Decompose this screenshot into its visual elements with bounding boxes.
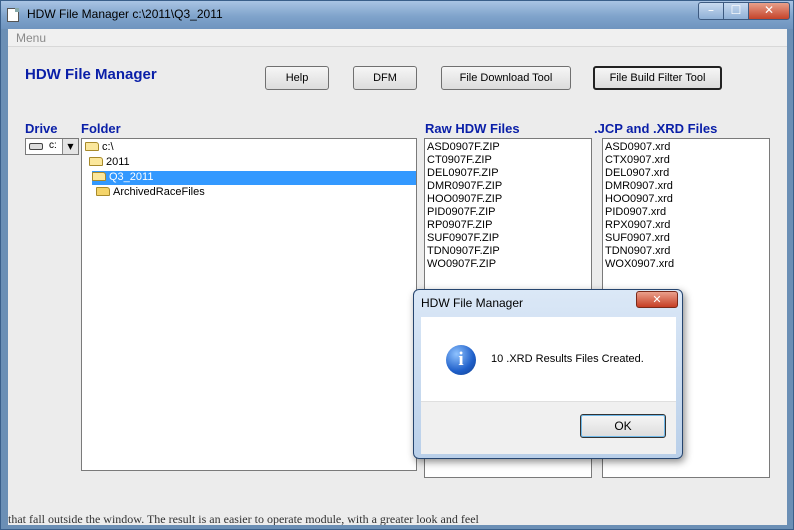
dfm-button[interactable]: DFM [353, 66, 417, 90]
ok-button[interactable]: OK [580, 414, 666, 438]
folder-tree[interactable]: c:\ 2011 Q3_2011 ArchivedRaceFiles [81, 138, 417, 471]
list-item[interactable]: RP0907F.ZIP [425, 219, 591, 232]
folder-icon [96, 187, 110, 196]
background-document-text: that fall outside the window. The result… [8, 515, 479, 525]
raw-files-label: Raw HDW Files [425, 121, 520, 136]
open-folder-icon [89, 157, 103, 166]
dialog-title: HDW File Manager [421, 296, 524, 310]
close-button[interactable]: ✕ [748, 2, 790, 20]
list-item[interactable]: TDN0907F.ZIP [425, 245, 591, 258]
drive-label: Drive [25, 121, 58, 136]
list-item[interactable]: SUF0907.xrd [603, 232, 769, 245]
list-item[interactable]: DMR0907.xrd [603, 180, 769, 193]
list-item[interactable]: SUF0907F.ZIP [425, 232, 591, 245]
menu-bar: Menu [8, 29, 787, 47]
list-item[interactable]: WOX0907.xrd [603, 258, 769, 271]
list-item[interactable]: HOO0907F.ZIP [425, 193, 591, 206]
list-item[interactable]: TDN0907.xrd [603, 245, 769, 258]
list-item[interactable]: DMR0907F.ZIP [425, 180, 591, 193]
list-item[interactable]: WO0907F.ZIP [425, 258, 591, 271]
list-item[interactable]: ASD0907.xrd [603, 141, 769, 154]
maximize-button[interactable]: ☐ [723, 2, 749, 20]
window-title: HDW File Manager c:\2011\Q3_2011 [27, 7, 223, 21]
list-item[interactable]: ASD0907F.ZIP [425, 141, 591, 154]
list-item[interactable]: RPX0907.xrd [603, 219, 769, 232]
message-dialog: HDW File Manager ✕ i 10 .XRD Results Fil… [413, 289, 683, 459]
file-build-filter-tool-button[interactable]: File Build Filter Tool [593, 66, 722, 90]
drive-select[interactable]: c: ▼ [25, 138, 79, 155]
title-bar[interactable]: HDW File Manager c:\2011\Q3_2011 – ☐ ✕ [1, 1, 793, 29]
folder-item-selected[interactable]: Q3_2011 [92, 171, 416, 185]
dialog-close-button[interactable]: ✕ [636, 291, 678, 308]
list-item[interactable]: DEL0907F.ZIP [425, 167, 591, 180]
folder-item[interactable]: ArchivedRaceFiles [96, 186, 205, 200]
list-item[interactable]: CT0907F.ZIP [425, 154, 591, 167]
file-download-tool-button[interactable]: File Download Tool [441, 66, 571, 90]
list-item[interactable]: PID0907F.ZIP [425, 206, 591, 219]
minimize-button[interactable]: – [698, 2, 724, 20]
info-icon: i [446, 345, 476, 375]
open-folder-icon [92, 172, 106, 181]
app-heading: HDW File Manager [25, 66, 157, 83]
folder-item[interactable]: 2011 [89, 156, 130, 170]
drive-icon [29, 143, 43, 150]
help-button[interactable]: Help [265, 66, 329, 90]
list-item[interactable]: HOO0907.xrd [603, 193, 769, 206]
dialog-message: 10 .XRD Results Files Created. [491, 353, 644, 365]
menu-item-menu[interactable]: Menu [16, 31, 46, 45]
jcp-files-label: .JCP and .XRD Files [594, 121, 718, 136]
app-document-icon [7, 8, 19, 22]
list-item[interactable]: PID0907.xrd [603, 206, 769, 219]
list-item[interactable]: DEL0907.xrd [603, 167, 769, 180]
folder-item[interactable]: c:\ [85, 141, 114, 155]
open-folder-icon [85, 142, 99, 151]
folder-label: Folder [81, 121, 121, 136]
drive-value: c: [49, 140, 57, 151]
list-item[interactable]: CTX0907.xrd [603, 154, 769, 167]
chevron-down-icon[interactable]: ▼ [62, 139, 78, 154]
